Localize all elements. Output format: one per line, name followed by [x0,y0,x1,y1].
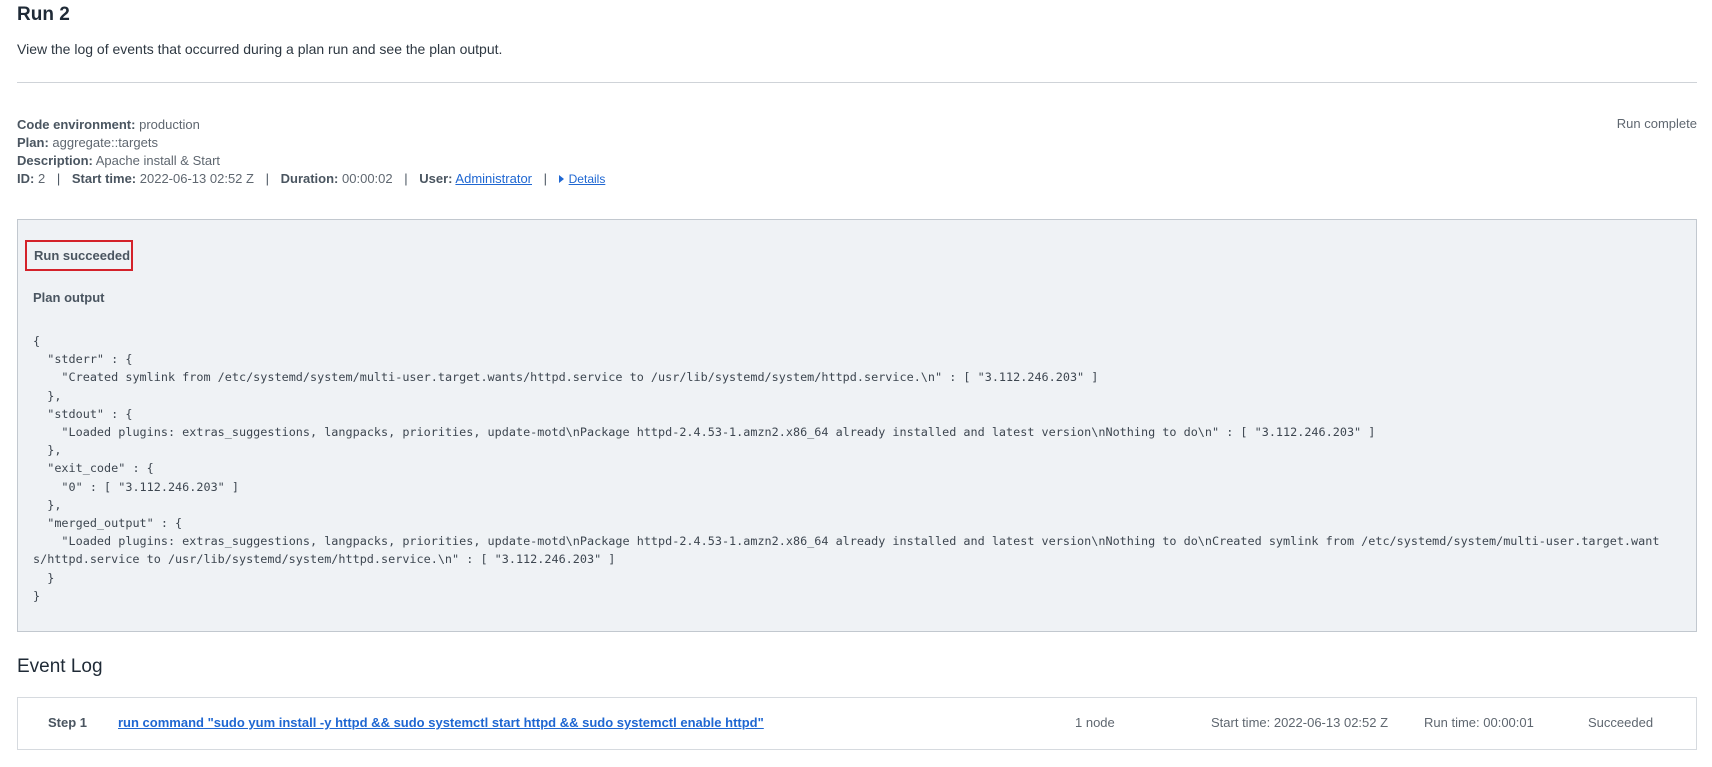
start-time-value: 2022-06-13 02:52 Z [139,171,254,186]
step-status: Succeeded [1588,715,1654,730]
code-environment-label: Code environment: [17,117,136,132]
details-toggle[interactable]: Details [558,172,606,186]
step-command-link[interactable]: run command "sudo yum install -y httpd &… [118,715,764,730]
step-label: Step 1 [48,715,88,730]
user-link[interactable]: Administrator [455,171,532,186]
description-value: Apache install & Start [95,153,221,168]
header-divider [17,82,1697,83]
separator: | [404,171,408,186]
separator: | [543,171,548,186]
plan-output-panel: Run succeeded Plan output { "stderr" : {… [17,219,1697,632]
run-metadata: Code environment: production Plan: aggre… [17,116,605,188]
code-environment-row: Code environment: production [17,116,605,134]
separator: | [56,171,61,186]
id-label: ID: [17,171,35,186]
duration-value: 00:00:02 [342,171,393,186]
step-start-time: Start time: 2022-06-13 02:52 Z [1211,715,1389,730]
page-title: Run 2 [17,4,70,25]
run-status: Run complete [1616,116,1697,131]
description-label: Description: [17,153,93,168]
details-label: Details [568,172,606,186]
step-run-time: Run time: 00:00:01 [1424,715,1534,730]
plan-row: Plan: aggregate::targets [17,134,605,152]
description-row: Description: Apache install & Start [17,152,605,170]
start-time-label: Start time: [71,171,137,186]
id-value: 2 [37,171,46,186]
separator: | [265,171,269,186]
page-subtitle: View the log of events that occurred dur… [17,41,503,57]
run-info-row: ID: 2 | Start time: 2022-06-13 02:52 Z |… [17,170,605,188]
plan-output-label: Plan output [33,290,105,305]
code-environment-value: production [139,117,200,132]
caret-right-icon [558,175,564,183]
plan-value: aggregate::targets [52,135,158,150]
event-log-title: Event Log [17,656,103,677]
user-label: User: [419,171,453,186]
plan-label: Plan: [17,135,49,150]
plan-output-code: { "stderr" : { "Created symlink from /et… [33,334,1660,603]
step-node-count: 1 node [1075,715,1115,730]
event-log-row: Step 1 run command "sudo yum install -y … [17,697,1697,750]
duration-label: Duration: [280,171,339,186]
run-succeeded-label: Run succeeded [34,248,131,263]
run-succeeded-highlight: Run succeeded [25,240,133,271]
